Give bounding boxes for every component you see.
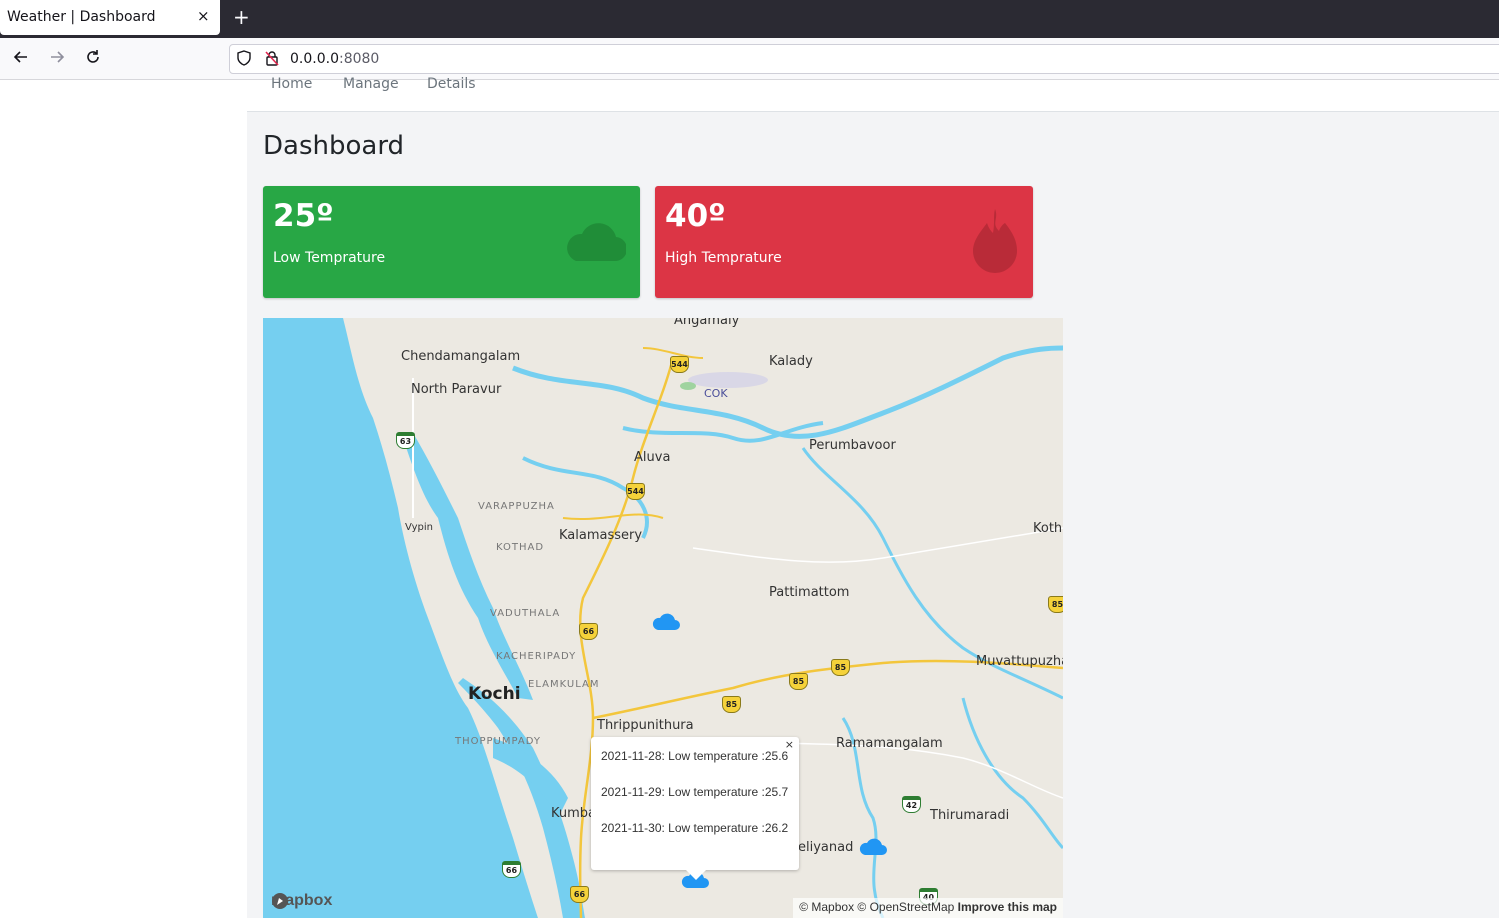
highway-shield: 544 — [670, 356, 689, 373]
low-temperature-value: 25º — [273, 198, 334, 234]
new-tab-icon[interactable]: + — [233, 5, 250, 29]
place-label: Chendamangalam — [401, 349, 521, 364]
highway-shield: 42 — [902, 796, 921, 813]
popup-line: 2021-11-30: Low temperature :26.2 — [601, 821, 789, 835]
reload-icon[interactable] — [84, 48, 102, 71]
place-label: eliyanad — [798, 840, 854, 855]
place-label: Muvattupuzha — [976, 654, 1063, 669]
highway-shield: 85 — [722, 696, 741, 713]
mapbox-logo-icon — [272, 893, 288, 909]
nav-manage-link[interactable]: Manage — [343, 76, 399, 92]
place-label: THOPPUMPADY — [455, 736, 541, 747]
highway-shield: 85 — [789, 673, 808, 690]
highway-shield: 85 — [831, 659, 850, 676]
top-nav: Home Manage Details — [247, 76, 1499, 112]
map-popup: × 2021-11-28: Low temperature :25.6 2021… — [591, 737, 799, 880]
place-label: Thrippunithura — [597, 718, 694, 733]
mapbox-logo[interactable]: mapbox — [271, 892, 332, 910]
place-label: Angamaly — [674, 318, 740, 328]
back-icon[interactable] — [12, 48, 30, 71]
highway-shield: 63 — [396, 432, 415, 449]
place-label: KOTHAD — [496, 542, 545, 553]
url-port: :8080 — [338, 51, 380, 67]
place-label: Vypin — [405, 522, 433, 533]
url-bar[interactable]: 0.0.0.0:8080 — [229, 44, 1499, 74]
map-attribution: © Mapbox © OpenStreetMap Improve this ma… — [793, 898, 1063, 918]
high-temperature-label: High Temprature — [665, 250, 782, 266]
place-label: Kalamassery — [559, 528, 643, 543]
popup-line: 2021-11-29: Low temperature :25.7 — [601, 785, 789, 799]
highway-shield: 66 — [579, 623, 598, 640]
place-label: VADUTHALA — [490, 608, 561, 619]
airport-label: COK — [704, 387, 728, 400]
place-label: VARAPPUZHA — [478, 501, 555, 512]
browser-nav-bar: 0.0.0.0:8080 — [0, 38, 1499, 80]
url-text: 0.0.0.0:8080 — [290, 51, 379, 67]
fire-icon — [972, 208, 1018, 278]
highway-shield: 66 — [570, 886, 589, 903]
place-label: Kalady — [769, 354, 813, 369]
shield-icon[interactable] — [236, 50, 252, 70]
place-label: Perumbavoor — [809, 438, 896, 453]
popup-tip — [686, 870, 706, 880]
highway-shield: 66 — [502, 861, 521, 878]
main-content: Home Manage Details Dashboard 25º Low Te… — [247, 76, 1499, 918]
nav-home-link[interactable]: Home — [271, 76, 312, 92]
tab-title: Weather | Dashboard — [7, 9, 156, 25]
tab-close-icon[interactable]: × — [197, 7, 210, 25]
place-label: Kochi — [468, 684, 521, 704]
sidebar — [0, 80, 247, 918]
improve-map-link[interactable]: Improve this map — [958, 900, 1057, 914]
browser-tab[interactable]: Weather | Dashboard × — [0, 0, 220, 35]
low-temperature-label: Low Temprature — [273, 250, 386, 266]
low-temperature-card: 25º Low Temprature — [263, 186, 640, 298]
high-temperature-value: 40º — [665, 198, 726, 234]
highway-shield: 85 — [1048, 596, 1063, 613]
place-label: Aluva — [634, 450, 671, 465]
highway-shield: 544 — [626, 483, 645, 500]
place-label: Ramamangalam — [836, 736, 943, 751]
page-title: Dashboard — [263, 131, 405, 161]
place-label: KACHERIPADY — [496, 651, 577, 662]
place-label: North Paravur — [411, 382, 502, 397]
place-label: Thirumaradi — [930, 808, 1010, 823]
high-temperature-card: 40º High Temprature — [655, 186, 1033, 298]
url-host: 0.0.0.0 — [290, 51, 339, 67]
forward-icon[interactable] — [48, 48, 66, 71]
place-label: ELAMKULAM — [528, 679, 600, 690]
popup-line: 2021-11-28: Low temperature :25.6 — [601, 749, 789, 763]
place-label: Kumba — [551, 806, 596, 821]
browser-tab-bar: Weather | Dashboard × + — [0, 0, 1499, 38]
map[interactable]: Angamaly Chendamangalam Kalady North Par… — [263, 318, 1063, 918]
cloud-icon — [562, 220, 628, 266]
insecure-lock-icon[interactable] — [264, 50, 280, 70]
attribution-text[interactable]: © Mapbox © OpenStreetMap — [799, 900, 954, 914]
nav-details-link[interactable]: Details — [427, 76, 476, 92]
place-label: Pattimattom — [769, 585, 850, 600]
page: Home Manage Details Dashboard 25º Low Te… — [0, 76, 1499, 918]
place-label: Koth — [1033, 521, 1063, 536]
